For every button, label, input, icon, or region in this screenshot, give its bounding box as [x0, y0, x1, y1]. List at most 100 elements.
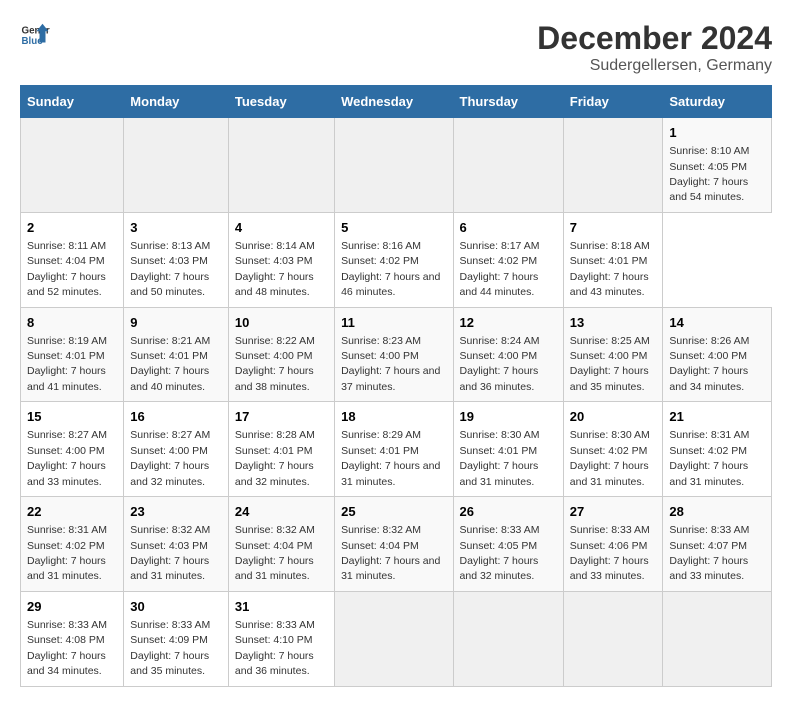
- sunset: Sunset: 4:00 PM: [669, 350, 747, 362]
- sunrise: Sunrise: 8:21 AM: [130, 335, 210, 347]
- daylight: Daylight: 7 hours and 31 minutes.: [27, 555, 106, 582]
- day-cell: 13Sunrise: 8:25 AMSunset: 4:00 PMDayligh…: [563, 307, 663, 402]
- sunset: Sunset: 4:02 PM: [669, 445, 747, 457]
- day-cell: 18Sunrise: 8:29 AMSunset: 4:01 PMDayligh…: [335, 402, 453, 497]
- calendar-week-row: 15Sunrise: 8:27 AMSunset: 4:00 PMDayligh…: [21, 402, 772, 497]
- sunset: Sunset: 4:00 PM: [570, 350, 648, 362]
- sunset: Sunset: 4:04 PM: [341, 540, 419, 552]
- day-number: 14: [669, 314, 765, 332]
- sunset: Sunset: 4:03 PM: [235, 255, 313, 267]
- empty-day-cell: [563, 591, 663, 686]
- sunrise: Sunrise: 8:14 AM: [235, 240, 315, 252]
- sunset: Sunset: 4:02 PM: [341, 255, 419, 267]
- day-header: Sunday: [21, 86, 124, 118]
- daylight: Daylight: 7 hours and 38 minutes.: [235, 365, 314, 392]
- day-cell: 9Sunrise: 8:21 AMSunset: 4:01 PMDaylight…: [124, 307, 229, 402]
- sunrise: Sunrise: 8:33 AM: [669, 524, 749, 536]
- day-number: 12: [460, 314, 557, 332]
- day-cell: 26Sunrise: 8:33 AMSunset: 4:05 PMDayligh…: [453, 497, 563, 592]
- sunrise: Sunrise: 8:31 AM: [27, 524, 107, 536]
- day-number: 24: [235, 503, 328, 521]
- daylight: Daylight: 7 hours and 33 minutes.: [669, 555, 748, 582]
- daylight: Daylight: 7 hours and 46 minutes.: [341, 271, 440, 298]
- day-number: 7: [570, 219, 657, 237]
- sunrise: Sunrise: 8:32 AM: [235, 524, 315, 536]
- daylight: Daylight: 7 hours and 34 minutes.: [27, 650, 106, 677]
- daylight: Daylight: 7 hours and 54 minutes.: [669, 176, 748, 203]
- sunrise: Sunrise: 8:31 AM: [669, 429, 749, 441]
- sunset: Sunset: 4:06 PM: [570, 540, 648, 552]
- day-number: 2: [27, 219, 117, 237]
- day-cell: 27Sunrise: 8:33 AMSunset: 4:06 PMDayligh…: [563, 497, 663, 592]
- empty-day-cell: [663, 591, 772, 686]
- sunrise: Sunrise: 8:33 AM: [235, 619, 315, 631]
- day-number: 23: [130, 503, 222, 521]
- day-number: 25: [341, 503, 446, 521]
- day-cell: 29Sunrise: 8:33 AMSunset: 4:08 PMDayligh…: [21, 591, 124, 686]
- logo: General Blue: [20, 20, 50, 50]
- sunrise: Sunrise: 8:30 AM: [460, 429, 540, 441]
- daylight: Daylight: 7 hours and 36 minutes.: [460, 365, 539, 392]
- daylight: Daylight: 7 hours and 31 minutes.: [669, 460, 748, 487]
- day-number: 26: [460, 503, 557, 521]
- daylight: Daylight: 7 hours and 36 minutes.: [235, 650, 314, 677]
- day-cell: 28Sunrise: 8:33 AMSunset: 4:07 PMDayligh…: [663, 497, 772, 592]
- sunrise: Sunrise: 8:32 AM: [130, 524, 210, 536]
- daylight: Daylight: 7 hours and 35 minutes.: [570, 365, 649, 392]
- calendar-week-row: 22Sunrise: 8:31 AMSunset: 4:02 PMDayligh…: [21, 497, 772, 592]
- day-number: 9: [130, 314, 222, 332]
- day-cell: 20Sunrise: 8:30 AMSunset: 4:02 PMDayligh…: [563, 402, 663, 497]
- day-cell: 17Sunrise: 8:28 AMSunset: 4:01 PMDayligh…: [228, 402, 334, 497]
- calendar-week-row: 1Sunrise: 8:10 AMSunset: 4:05 PMDaylight…: [21, 118, 772, 213]
- sunset: Sunset: 4:01 PM: [460, 445, 538, 457]
- empty-day-cell: [124, 118, 229, 213]
- sunrise: Sunrise: 8:33 AM: [27, 619, 107, 631]
- daylight: Daylight: 7 hours and 31 minutes.: [235, 555, 314, 582]
- sunset: Sunset: 4:00 PM: [341, 350, 419, 362]
- day-number: 31: [235, 598, 328, 616]
- sunset: Sunset: 4:10 PM: [235, 634, 313, 646]
- day-number: 19: [460, 408, 557, 426]
- day-cell: 15Sunrise: 8:27 AMSunset: 4:00 PMDayligh…: [21, 402, 124, 497]
- day-cell: 11Sunrise: 8:23 AMSunset: 4:00 PMDayligh…: [335, 307, 453, 402]
- day-header: Tuesday: [228, 86, 334, 118]
- day-number: 27: [570, 503, 657, 521]
- header: General Blue December 2024 Sudergellerse…: [20, 20, 772, 75]
- day-cell: 7Sunrise: 8:18 AMSunset: 4:01 PMDaylight…: [563, 212, 663, 307]
- day-header: Saturday: [663, 86, 772, 118]
- sunset: Sunset: 4:03 PM: [130, 255, 208, 267]
- day-header: Wednesday: [335, 86, 453, 118]
- sunset: Sunset: 4:00 PM: [460, 350, 538, 362]
- sunrise: Sunrise: 8:18 AM: [570, 240, 650, 252]
- sunset: Sunset: 4:02 PM: [27, 540, 105, 552]
- daylight: Daylight: 7 hours and 35 minutes.: [130, 650, 209, 677]
- sunset: Sunset: 4:02 PM: [460, 255, 538, 267]
- sunset: Sunset: 4:01 PM: [570, 255, 648, 267]
- sunrise: Sunrise: 8:33 AM: [570, 524, 650, 536]
- day-cell: 14Sunrise: 8:26 AMSunset: 4:00 PMDayligh…: [663, 307, 772, 402]
- day-number: 5: [341, 219, 446, 237]
- day-number: 6: [460, 219, 557, 237]
- day-cell: 12Sunrise: 8:24 AMSunset: 4:00 PMDayligh…: [453, 307, 563, 402]
- day-cell: 19Sunrise: 8:30 AMSunset: 4:01 PMDayligh…: [453, 402, 563, 497]
- empty-day-cell: [335, 591, 453, 686]
- sunset: Sunset: 4:01 PM: [235, 445, 313, 457]
- day-number: 1: [669, 124, 765, 142]
- sunset: Sunset: 4:07 PM: [669, 540, 747, 552]
- day-cell: 4Sunrise: 8:14 AMSunset: 4:03 PMDaylight…: [228, 212, 334, 307]
- sunset: Sunset: 4:04 PM: [235, 540, 313, 552]
- sunrise: Sunrise: 8:16 AM: [341, 240, 421, 252]
- day-cell: 16Sunrise: 8:27 AMSunset: 4:00 PMDayligh…: [124, 402, 229, 497]
- sunrise: Sunrise: 8:22 AM: [235, 335, 315, 347]
- sunset: Sunset: 4:00 PM: [235, 350, 313, 362]
- day-header: Thursday: [453, 86, 563, 118]
- day-cell: 2Sunrise: 8:11 AMSunset: 4:04 PMDaylight…: [21, 212, 124, 307]
- daylight: Daylight: 7 hours and 41 minutes.: [27, 365, 106, 392]
- sunrise: Sunrise: 8:33 AM: [130, 619, 210, 631]
- calendar-body: 1Sunrise: 8:10 AMSunset: 4:05 PMDaylight…: [21, 118, 772, 687]
- day-cell: 3Sunrise: 8:13 AMSunset: 4:03 PMDaylight…: [124, 212, 229, 307]
- title-block: December 2024 Sudergellersen, Germany: [537, 20, 772, 75]
- day-number: 10: [235, 314, 328, 332]
- sunrise: Sunrise: 8:11 AM: [27, 240, 106, 252]
- sunset: Sunset: 4:00 PM: [130, 445, 208, 457]
